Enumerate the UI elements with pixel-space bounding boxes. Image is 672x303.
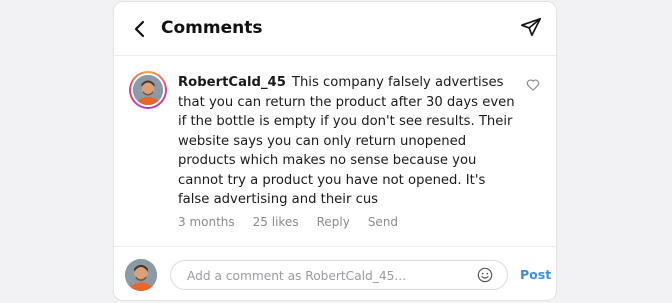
comment-item: RobertCald_45 This company falsely advert… [114,56,556,246]
avatar [125,259,157,291]
comment-composer: Post [114,246,556,300]
smiley-icon[interactable] [477,267,493,283]
comments-panel: Comments RobertCald_45 This company fals… [113,1,557,301]
paper-plane-icon[interactable] [520,16,542,38]
avatar[interactable] [129,71,167,109]
comment-meta: 3 months 25 likes Reply Send [178,215,416,229]
comment-text: This company falsely advertises that you… [178,75,515,207]
profile-photo-icon [125,259,157,291]
comment-timestamp: 3 months [178,215,235,229]
heart-outline-icon[interactable] [526,78,540,92]
post-button[interactable]: Post [520,267,551,282]
profile-photo-icon [133,75,163,105]
send-button[interactable]: Send [368,215,398,229]
reply-button[interactable]: Reply [317,215,350,229]
page-title: Comments [161,18,263,38]
comment-input[interactable] [185,261,469,291]
comment-body: RobertCald_45 This company falsely advert… [178,73,516,210]
likes-count[interactable]: 25 likes [253,215,299,229]
comment-input-wrapper [170,260,508,291]
chevron-left-icon[interactable] [132,19,148,39]
comment-username[interactable]: RobertCald_45 [178,75,286,90]
comments-header: Comments [114,2,556,56]
